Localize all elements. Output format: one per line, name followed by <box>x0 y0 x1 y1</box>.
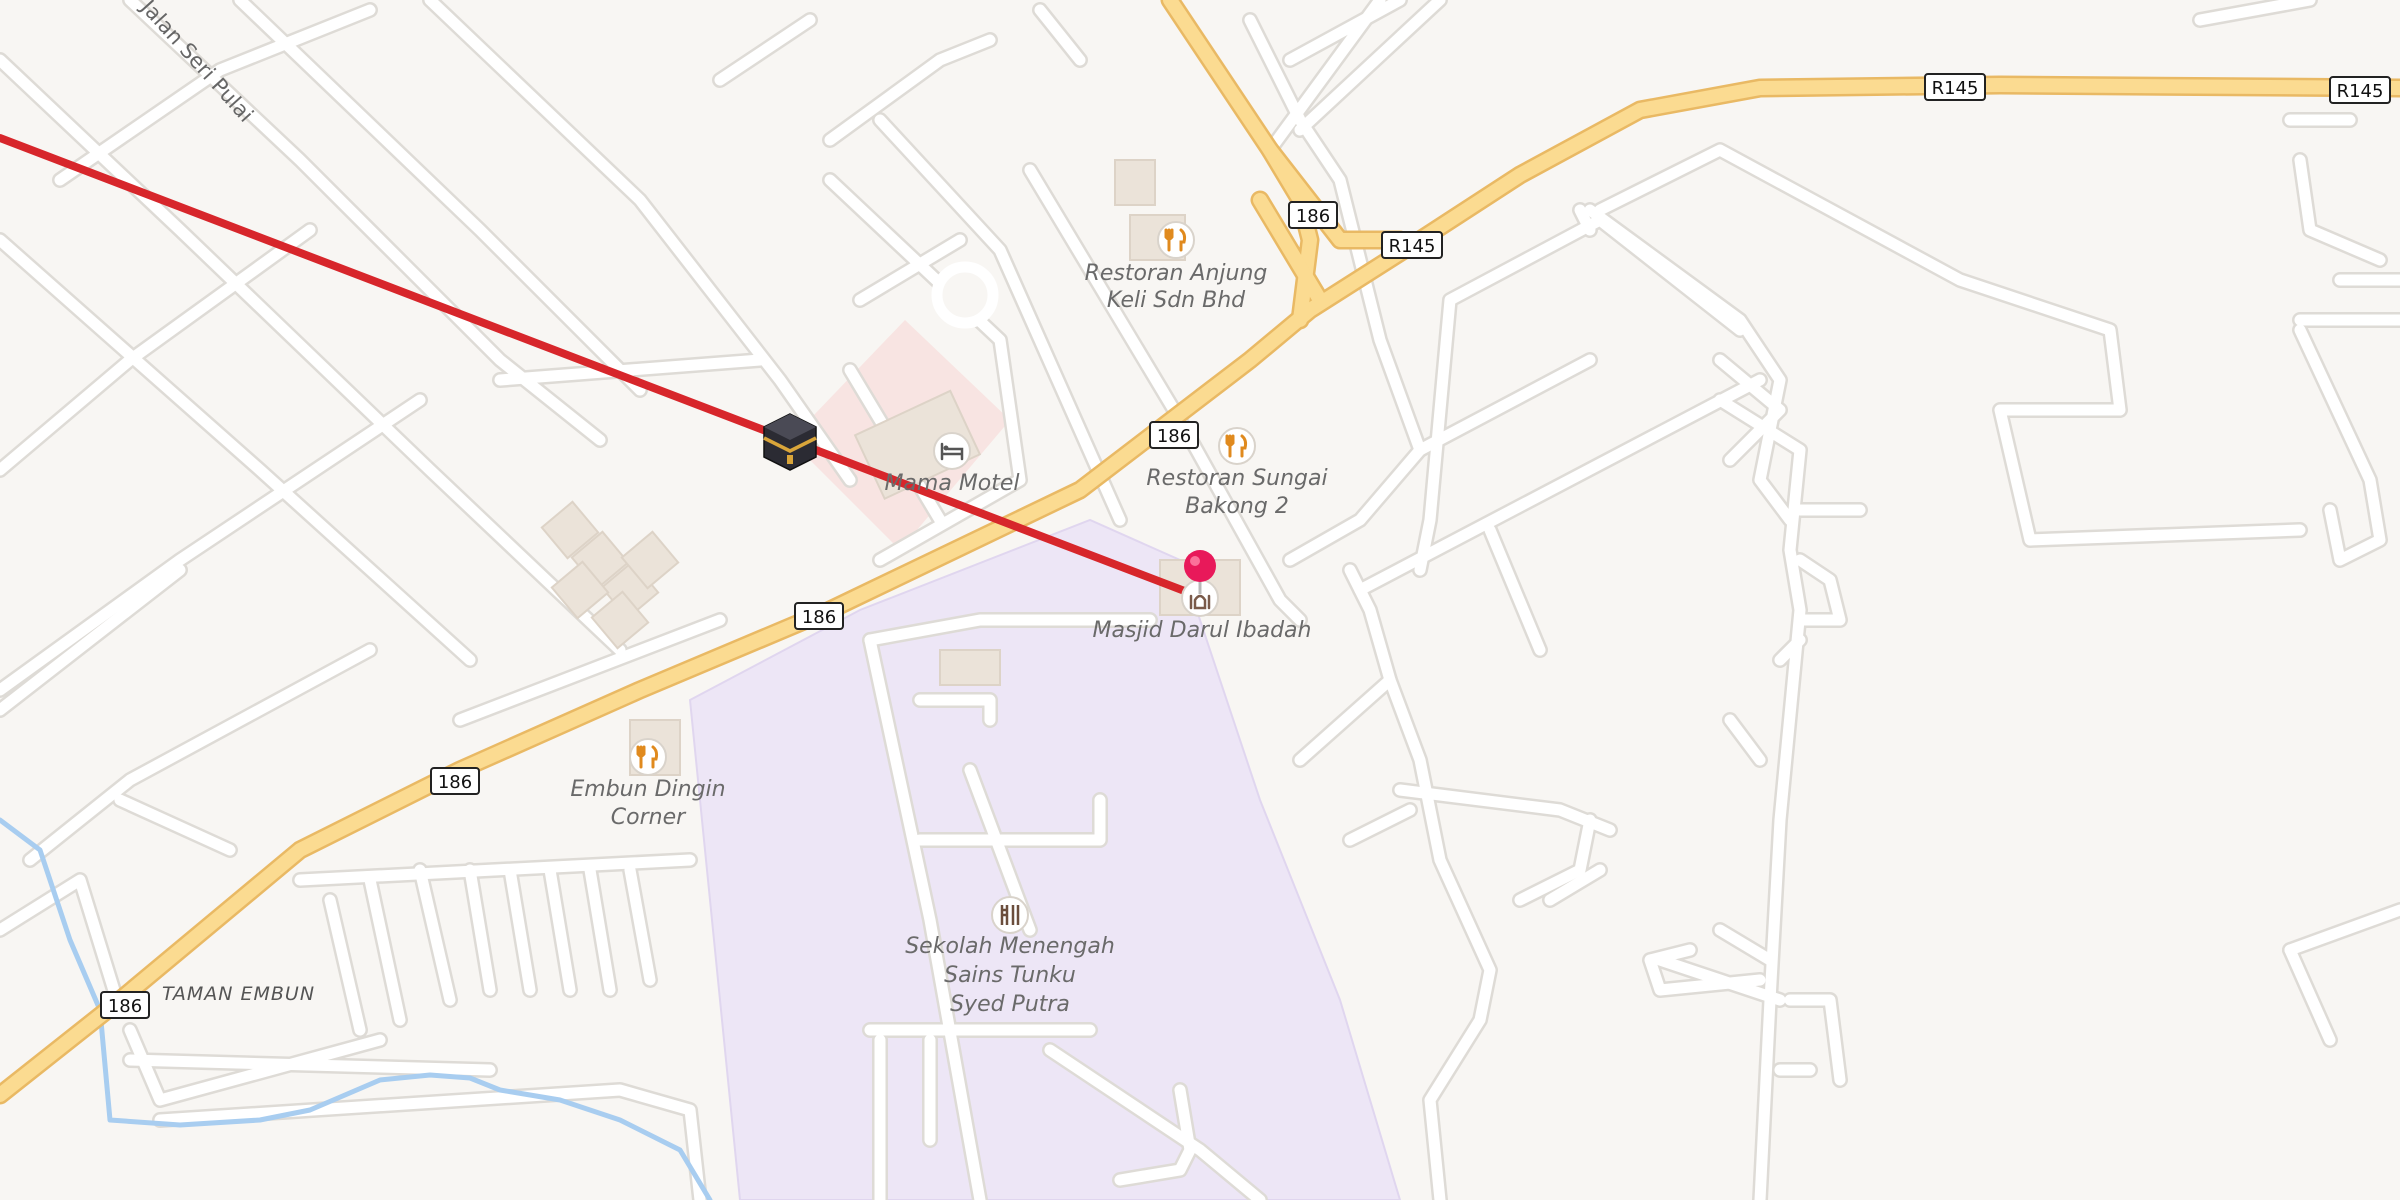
svg-text:Mama Motel: Mama Motel <box>884 471 1019 496</box>
map-canvas[interactable]: 186 186 186 186 186 R145 R145 R145 Jalan… <box>0 0 2400 1200</box>
route-shield: 186 <box>100 991 150 1019</box>
svg-text:186: 186 <box>1296 206 1330 227</box>
svg-text:Sekolah Menengah: Sekolah Menengah <box>905 934 1115 959</box>
svg-text:Bakong 2: Bakong 2 <box>1185 494 1289 519</box>
svg-text:R145: R145 <box>1389 236 1436 257</box>
svg-text:186: 186 <box>802 607 836 628</box>
restaurant-icon <box>1157 221 1195 259</box>
svg-text:Keli Sdn Bhd: Keli Sdn Bhd <box>1107 288 1246 313</box>
route-shield: 186 <box>794 602 844 630</box>
svg-text:186: 186 <box>108 996 142 1017</box>
svg-text:Sains Tunku: Sains Tunku <box>944 963 1076 988</box>
restaurant-icon <box>1218 427 1256 465</box>
restaurant-icon <box>629 738 667 776</box>
route-shield: 186 <box>1288 201 1338 229</box>
hotel-icon <box>933 432 971 470</box>
kaaba-icon[interactable] <box>763 413 817 471</box>
route-shield: 186 <box>430 767 480 795</box>
svg-text:Syed Putra: Syed Putra <box>950 992 1070 1017</box>
roundabout <box>931 261 999 329</box>
svg-text:Embun Dingin: Embun Dingin <box>570 777 725 802</box>
svg-text:R145: R145 <box>2337 81 2384 102</box>
school-icon <box>991 896 1029 934</box>
route-shield: 186 <box>1149 421 1199 449</box>
svg-text:Restoran Sungai: Restoran Sungai <box>1146 466 1327 491</box>
svg-text:Masjid Darul Ibadah: Masjid Darul Ibadah <box>1093 618 1312 643</box>
svg-text:186: 186 <box>1157 426 1191 447</box>
route-shield: R145 <box>1381 231 1443 259</box>
svg-text:Corner: Corner <box>611 805 687 830</box>
area-label: TAMAN EMBUN <box>162 983 315 1005</box>
svg-text:Restoran Anjung: Restoran Anjung <box>1085 261 1268 286</box>
svg-text:R145: R145 <box>1932 78 1979 99</box>
svg-text:186: 186 <box>438 772 472 793</box>
route-shield: R145 <box>2329 76 2391 104</box>
route-shield: R145 <box>1924 73 1986 101</box>
